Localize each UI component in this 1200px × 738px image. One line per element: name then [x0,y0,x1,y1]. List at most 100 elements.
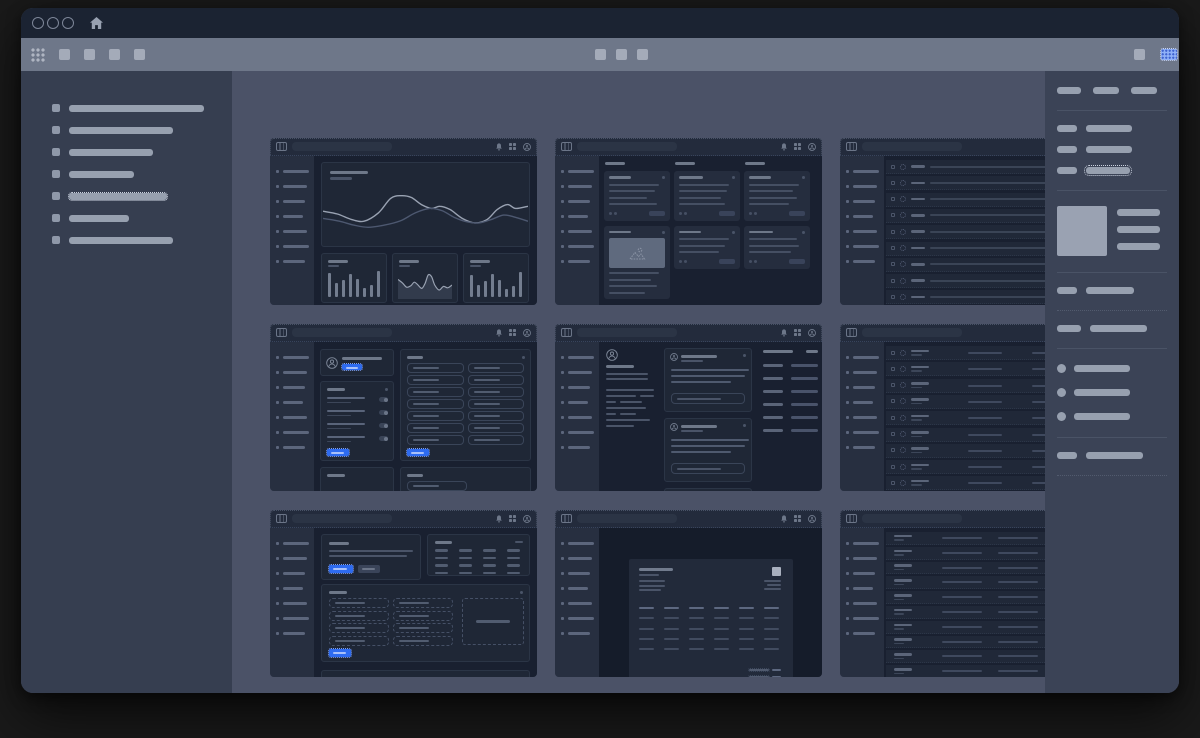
placeholder-bar [998,611,1038,613]
placeholder-bar [745,162,765,165]
mini-bell-icon [781,143,787,151]
placeholder-bar [764,588,781,590]
mini-apps-icon [794,329,801,336]
tab-chip[interactable] [1093,87,1119,94]
mini-search-bar [862,328,962,337]
placeholder-bar [435,572,448,575]
bullet-icon [52,148,60,156]
checkbox-placeholder [891,448,895,452]
image-thumbnail[interactable] [1057,206,1107,256]
placeholder-bar [942,626,982,628]
mini-logo-icon [846,514,857,523]
radio-row[interactable] [1045,364,1179,373]
placeholder-bar [679,197,721,199]
placeholder-bar [283,572,305,576]
placeholder-bar [749,190,793,192]
divider [1057,310,1167,311]
toolbar-square-icon-3[interactable] [637,49,648,60]
placeholder-bar [639,628,654,630]
template-card-form-page[interactable] [270,510,537,677]
template-card-analytics-dashboard[interactable] [270,138,537,305]
avatar-placeholder [900,294,906,300]
input-placeholder [407,363,464,373]
placeholder-bar [413,391,439,393]
mini-bell-icon [496,329,502,337]
template-card-settings-page[interactable] [270,324,537,491]
window-control-minimize[interactable] [47,17,59,29]
placeholder-bar [522,356,525,359]
placeholder-bar [894,613,904,615]
placeholder-bar [283,602,307,606]
mini-main [599,342,822,491]
row-label [894,564,912,570]
checkbox-placeholder [891,432,895,436]
toolbar-square-icon-3[interactable] [84,49,95,60]
placeholder-bar [459,572,472,575]
toolbar-square-icon-5[interactable] [134,49,145,60]
toolbar-square-icon-2[interactable] [616,49,627,60]
placeholder-bar [749,260,752,263]
placeholder-bar [911,296,925,299]
sidebar-item-2[interactable] [21,119,232,141]
toolbar-square-icon-2[interactable] [59,49,70,60]
placeholder-bar [620,401,642,403]
mini-avatar-icon [808,143,816,151]
placeholder-bar [606,425,634,427]
sidebar-item-7[interactable] [21,229,232,251]
tab-chip[interactable] [1131,87,1157,94]
checkbox-placeholder [891,197,895,201]
mini-search-bar [862,142,962,151]
toolbar-square-icon-1[interactable] [595,49,606,60]
placeholder-bar [399,640,429,642]
template-card-invoice-page[interactable] [555,510,822,677]
placeholder-bar [483,557,496,560]
window-control-maximize[interactable] [62,17,74,29]
toolbar-square-icon-1[interactable] [1134,49,1145,60]
placeholder-bar [998,567,1038,569]
placeholder-bar [609,176,631,179]
radio-row[interactable] [1045,412,1179,421]
placeholder-bar [664,638,679,640]
sidebar-item-5[interactable] [21,185,232,207]
placeholder-bar [609,292,645,294]
placeholder-bar [606,389,654,391]
placeholder-bar [568,170,594,174]
comment-input-placeholder [671,393,745,404]
sidebar-item-6[interactable] [21,207,232,229]
avatar-placeholder [900,164,906,170]
mini-logo-icon [561,514,572,523]
browser-titlebar [21,8,1179,38]
toolbar-square-icon-4[interactable] [109,49,120,60]
main-canvas [232,71,1179,693]
placeholder-bar [791,364,818,367]
input-placeholder [329,623,389,633]
template-card-kanban-board[interactable] [555,138,822,305]
placeholder-bar [894,624,912,627]
placeholder-bar [911,468,922,470]
property-row [1045,287,1179,294]
accent-chip-button[interactable] [1161,49,1177,60]
sidebar-item-1[interactable] [21,97,232,119]
home-icon[interactable] [90,17,103,29]
image-property-row [1045,206,1179,256]
placeholder-bar [470,275,473,297]
sidebar-item-4[interactable] [21,163,232,185]
placeholder-bar [474,367,500,369]
dial-grid-icon[interactable] [30,47,45,62]
sidebar-item-3[interactable] [21,141,232,163]
placeholder-bar [732,176,735,179]
placeholder-bar [689,617,704,619]
mini-sidebar [270,342,314,491]
radio-row[interactable] [1045,388,1179,397]
row-label [894,594,912,600]
placeholder-bar [327,436,365,438]
placeholder-bar [791,416,818,419]
placeholder-bar [474,403,500,405]
placeholder-bar [459,549,472,552]
placeholder-bar [327,423,365,425]
placeholder-bar [606,395,636,397]
template-card-social-feed[interactable] [555,324,822,491]
placeholder-bar [329,542,349,545]
window-control-close[interactable] [32,17,44,29]
tab-chip[interactable] [1057,87,1081,94]
